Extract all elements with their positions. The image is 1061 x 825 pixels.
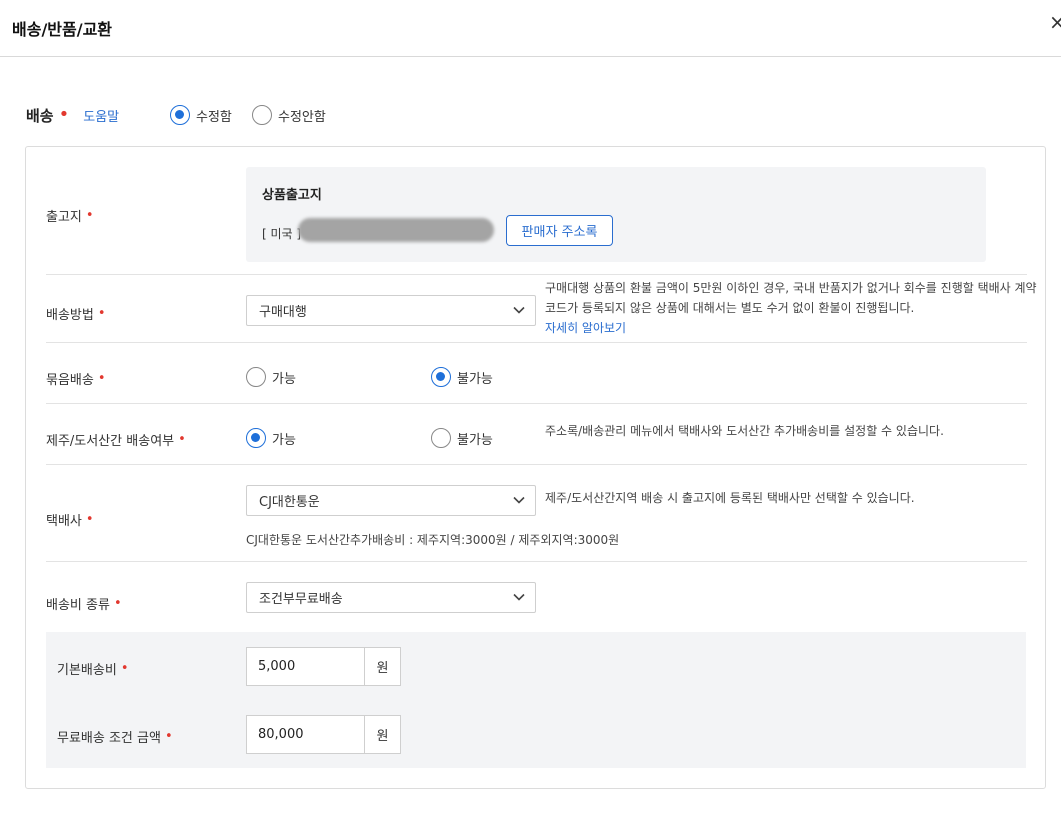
label-text: 출고지 xyxy=(46,210,82,225)
base-fee-input-group: 5,000 원 xyxy=(246,647,401,686)
base-fee-input[interactable]: 5,000 xyxy=(246,647,365,686)
radio-island-impossible[interactable]: 불가능 xyxy=(431,428,493,448)
bundle-shipping-label: 묶음배송 • xyxy=(46,369,106,388)
required-mark: • xyxy=(85,208,94,223)
warehouse-box-title: 상품출고지 xyxy=(262,188,322,203)
close-icon[interactable]: × xyxy=(1049,12,1061,32)
radio-label: 수정안함 xyxy=(278,109,326,125)
radio-selected-icon xyxy=(431,367,451,387)
redacted-address xyxy=(298,218,494,242)
currency-unit: 원 xyxy=(365,715,401,754)
fee-settings-box: 기본배송비 • 5,000 원 무료배송 조건 금액 • 80,000 원 xyxy=(46,632,1026,768)
courier-label: 택배사 • xyxy=(46,510,94,529)
learn-more-link[interactable]: 자세히 알아보기 xyxy=(545,321,626,335)
label-text: 배송방법 xyxy=(46,308,94,323)
free-condition-input-group: 80,000 원 xyxy=(246,715,401,754)
help-link[interactable]: 도움말 xyxy=(83,106,119,125)
shipping-method-label: 배송방법 • xyxy=(46,304,106,323)
free-condition-input[interactable]: 80,000 xyxy=(246,715,365,754)
radio-selected-icon xyxy=(246,428,266,448)
required-mark: • xyxy=(120,661,129,676)
row-divider xyxy=(46,274,1027,275)
warehouse-country: [ 미국 ] xyxy=(262,227,302,241)
dialog-title: 배송/반품/교환 xyxy=(12,20,113,39)
row-divider xyxy=(46,561,1027,562)
required-mark: • xyxy=(113,596,122,611)
required-mark: • xyxy=(178,432,186,447)
shipping-section-heading: 배송 • 도움말 xyxy=(26,104,119,126)
radio-bundle-impossible[interactable]: 불가능 xyxy=(431,367,493,387)
radio-edit-off[interactable]: 수정안함 xyxy=(252,105,326,125)
shipping-method-select[interactable]: 구매대행 xyxy=(246,295,536,326)
required-mark: • xyxy=(58,104,70,125)
required-mark: • xyxy=(97,371,106,386)
radio-label: 불가능 xyxy=(457,371,493,387)
radio-label: 불가능 xyxy=(457,432,493,448)
shipping-form-panel: 출고지 • 상품출고지 [ 미국 ] 판매자 주소록 배송방법 • 구매대행 구매대… xyxy=(25,146,1046,789)
radio-unselected-icon xyxy=(431,428,451,448)
row-divider xyxy=(46,403,1027,404)
select-value: 구매대행 xyxy=(259,305,307,320)
radio-bundle-possible[interactable]: 가능 xyxy=(246,367,296,387)
radio-unselected-icon xyxy=(252,105,272,125)
radio-selected-icon xyxy=(170,105,190,125)
free-condition-label: 무료배송 조건 금액 • xyxy=(57,727,173,746)
label-text: 묶음배송 xyxy=(46,373,94,388)
island-shipping-note: 주소록/배송관리 메뉴에서 택배사와 도서산간 추가배송비를 설정할 수 있습니… xyxy=(545,424,944,438)
label-text: 기본배송비 xyxy=(57,663,117,678)
required-mark: • xyxy=(164,729,173,744)
courier-note: 제주/도서산간지역 배송 시 출고지에 등록된 택배사만 선택할 수 있습니다. xyxy=(545,491,915,505)
currency-unit: 원 xyxy=(365,647,401,686)
dialog-header: 배송/반품/교환 × xyxy=(0,0,1061,57)
base-fee-label: 기본배송비 • xyxy=(57,659,128,678)
radio-label: 수정함 xyxy=(196,109,232,125)
fee-type-select[interactable]: 조건부무료배송 xyxy=(246,582,536,613)
select-value: CJ대한통운 xyxy=(259,495,320,510)
chevron-down-icon xyxy=(513,593,525,601)
label-text: 배송비 종류 xyxy=(46,598,110,613)
courier-extra-fee-note: CJ대한통운 도서산간추가배송비 : 제주지역:3000원 / 제주외지역:30… xyxy=(246,533,620,547)
radio-unselected-icon xyxy=(246,367,266,387)
section-title: 배송 xyxy=(26,106,54,125)
required-mark: • xyxy=(97,306,106,321)
chevron-down-icon xyxy=(513,306,525,314)
row-divider xyxy=(46,464,1027,465)
radio-edit-on[interactable]: 수정함 xyxy=(170,105,232,125)
address-book-button[interactable]: 판매자 주소록 xyxy=(506,215,613,246)
label-text: 택배사 xyxy=(46,514,82,529)
label-text: 무료배송 조건 금액 xyxy=(57,731,161,746)
radio-label: 가능 xyxy=(272,371,296,387)
note-text: 구매대행 상품의 환불 금액이 5만원 이하인 경우, 국내 반품지가 없거나 … xyxy=(545,281,1037,315)
required-mark: • xyxy=(85,512,94,527)
label-text: 제주/도서산간 배송여부 xyxy=(46,434,175,449)
fee-type-label: 배송비 종류 • xyxy=(46,594,122,613)
warehouse-label: 출고지 • xyxy=(46,206,94,225)
island-shipping-label: 제주/도서산간 배송여부 • xyxy=(46,430,186,449)
warehouse-box: 상품출고지 [ 미국 ] 판매자 주소록 xyxy=(246,167,986,262)
row-divider xyxy=(46,342,1027,343)
radio-label: 가능 xyxy=(272,432,296,448)
select-value: 조건부무료배송 xyxy=(259,592,343,607)
courier-select[interactable]: CJ대한통운 xyxy=(246,485,536,516)
shipping-method-note: 구매대행 상품의 환불 금액이 5만원 이하인 경우, 국내 반품지가 없거나 … xyxy=(545,278,1045,338)
chevron-down-icon xyxy=(513,496,525,504)
radio-island-possible[interactable]: 가능 xyxy=(246,428,296,448)
